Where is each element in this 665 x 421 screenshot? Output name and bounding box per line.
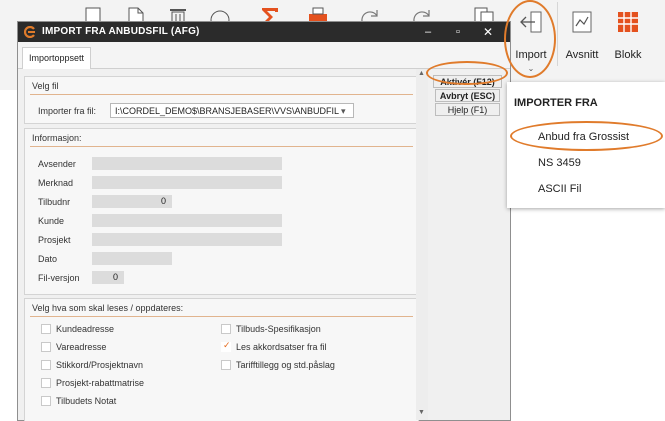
scroll-up-icon[interactable]: ▲ — [418, 70, 425, 77]
menu-item-ascii-fil[interactable]: ASCII Fil — [538, 183, 581, 195]
fil-versjon-label: Fil-versjon — [38, 273, 80, 283]
tilbudets-notat-checkbox[interactable] — [41, 396, 51, 406]
informasjon-title: Informasjon: — [32, 133, 82, 143]
minimize-icon[interactable]: – — [416, 22, 440, 42]
merknad-label: Merknad — [38, 178, 74, 188]
kunde-field[interactable] — [92, 214, 282, 227]
velg-hva-panel: Velg hva som skal leses / oppdateres: Ku… — [24, 298, 419, 421]
prosjekt-field[interactable] — [92, 233, 282, 246]
blokk-label: Blokk — [614, 49, 642, 61]
maximize-icon[interactable]: ▫ — [446, 22, 470, 42]
dialog-title: IMPORT FRA ANBUDSFIL (AFG) — [42, 26, 200, 37]
section-chart-icon — [572, 11, 592, 33]
kundeadresse-label: Kundeadresse — [56, 324, 115, 334]
close-icon[interactable]: ✕ — [476, 22, 500, 42]
dialog-titlebar: IMPORT FRA ANBUDSFIL (AFG) – ▫ ✕ — [18, 22, 510, 42]
tilbudnr-label: Tilbudnr — [38, 197, 71, 207]
rabattmatrise-label: Prosjekt-rabattmatrise — [56, 378, 145, 388]
prosjekt-label: Prosjekt — [38, 235, 71, 245]
ribbon-separator — [557, 2, 558, 66]
tilbudets-notat-label: Tilbudets Notat — [56, 396, 117, 406]
section-divider — [30, 94, 413, 95]
menu-header: IMPORTER FRA — [514, 97, 598, 109]
avbryt-button[interactable]: Avbryt (ESC) — [435, 89, 500, 102]
kunde-label: Kunde — [38, 216, 65, 226]
rabattmatrise-checkbox[interactable] — [41, 378, 51, 388]
velg-hva-title: Velg hva som skal leses / oppdateres: — [32, 303, 184, 313]
scroll-down-icon[interactable]: ▼ — [418, 409, 425, 416]
velg-fil-title: Velg fil — [32, 81, 59, 91]
avsnitt-button[interactable]: Avsnitt — [562, 0, 602, 80]
avsender-label: Avsender — [38, 159, 76, 169]
avsender-field[interactable] — [92, 157, 282, 170]
vareadresse-checkbox[interactable] — [41, 342, 51, 352]
akkordsatser-checkbox[interactable]: ✓ — [221, 340, 231, 352]
tilbuds-spesifikasjon-checkbox[interactable] — [221, 324, 231, 334]
combo-dropdown-icon[interactable]: ▾ — [341, 106, 346, 117]
hjelp-button[interactable]: Hjelp (F1) — [435, 103, 500, 116]
dialog-content: Velg fil Importer fra fil: I:\CORDEL_DEM… — [18, 69, 510, 421]
fil-versjon-field[interactable]: 0 — [92, 271, 124, 284]
file-path-input[interactable]: I:\CORDEL_DEMO$\BRANSJEBASER\VVS\ANBUDFI… — [110, 103, 354, 118]
velg-fil-panel: Velg fil Importer fra fil: I:\CORDEL_DEM… — [24, 76, 419, 124]
menu-item-ns-3459[interactable]: NS 3459 — [538, 157, 581, 169]
akkordsatser-label: Les akkordsatser fra fil — [236, 342, 327, 352]
checkmark-icon: ✓ — [223, 340, 231, 350]
avsnitt-label: Avsnitt — [565, 49, 599, 61]
stikkord-checkbox[interactable] — [41, 360, 51, 370]
aktiver-highlight-ring — [426, 61, 508, 85]
kundeadresse-checkbox[interactable] — [41, 324, 51, 334]
block-grid-icon — [618, 12, 638, 32]
tilbuds-spesifikasjon-label: Tilbuds-Spesifikasjon — [236, 324, 321, 334]
merknad-field[interactable] — [92, 176, 282, 189]
vareadresse-label: Vareadresse — [56, 342, 107, 352]
menu-item-highlight-ring — [510, 121, 663, 151]
importer-fra-fil-label: Importer fra fil: — [38, 106, 97, 116]
import-highlight-ring — [504, 0, 556, 78]
app-logo-icon — [24, 26, 35, 38]
section-divider — [30, 146, 413, 147]
tarifftillegg-checkbox[interactable] — [221, 360, 231, 370]
stikkord-label: Stikkord/Prosjektnavn — [56, 360, 144, 370]
informasjon-panel: Informasjon: Avsender Merknad Tilbudnr 0… — [24, 128, 419, 295]
scrollbar[interactable]: ▲ ▼ — [416, 69, 428, 420]
tarifftillegg-label: Tarifftillegg og std.påslag — [236, 360, 335, 370]
blokk-button[interactable]: Blokk — [608, 0, 648, 80]
tab-importoppsett[interactable]: Importoppsett — [22, 47, 92, 69]
tilbudnr-field[interactable]: 0 — [92, 195, 172, 208]
section-divider — [30, 316, 413, 317]
dato-label: Dato — [38, 254, 58, 264]
import-dialog: IMPORT FRA ANBUDSFIL (AFG) – ▫ ✕ Importo… — [18, 22, 510, 421]
dato-field[interactable] — [92, 252, 172, 265]
